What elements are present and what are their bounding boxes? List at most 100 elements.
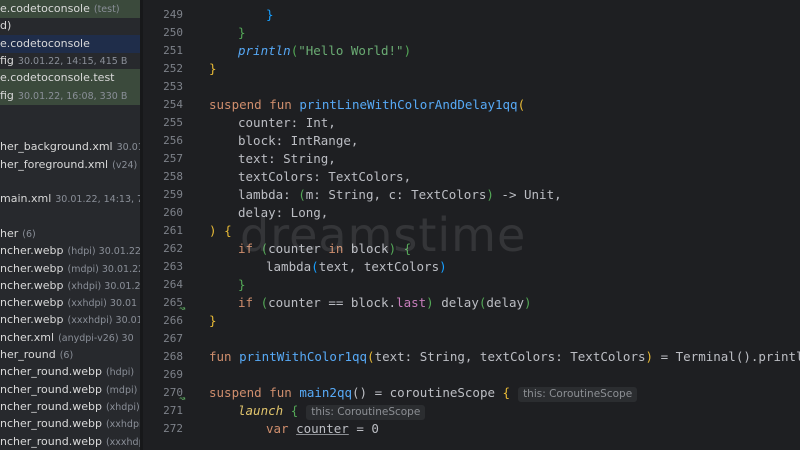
tree-item-label: ncher.webp xyxy=(0,244,64,258)
editor-gutter: ◇ ◇ ◇ ◇ ◇ ◇ ◇ ◇ ◇ ◇ ↝ ↝ 2492502512522532… xyxy=(143,0,208,450)
tree-item-label: her_round xyxy=(0,348,56,361)
tree-item-label: her_foreground.xml xyxy=(0,157,109,171)
line-number: 268 xyxy=(163,350,183,363)
tree-item-label: d) xyxy=(0,19,12,33)
tree-item[interactable]: e.codetoconsole.test xyxy=(0,69,140,88)
code-line-256: block: IntRange, xyxy=(238,133,359,148)
code-line-268: fun printWithColor1qq(text: String, text… xyxy=(209,349,800,364)
line-number: 254 xyxy=(163,98,183,111)
tree-item-meta: (mdpi) xyxy=(105,384,138,396)
project-tree-panel: e.codetoconsole (test) d) e.codetoconsole fi… xyxy=(0,0,140,450)
tree-item-label: ncher_round.webp xyxy=(0,417,102,431)
tree-item[interactable]: ncher_round.webp (xhdpi) xyxy=(0,398,140,416)
tree-item-meta: (mdpi) 30.01.22 xyxy=(67,263,141,275)
tree-item-meta: (xxxhdpi) xyxy=(105,436,140,448)
line-number: 270 xyxy=(163,386,183,399)
line-number: 250 xyxy=(163,26,183,39)
tree-item[interactable] xyxy=(0,173,140,191)
tree-item-label: ncher_round.webp xyxy=(0,434,102,448)
tree-item-meta: (v24) xyxy=(112,159,138,171)
tree-item-label: e.codetoconsole.test xyxy=(0,71,115,85)
tree-item[interactable]: ncher.webp (xxhdpi) 30.01 xyxy=(0,294,140,312)
code-line-265: if (counter == block.last) delay(delay) xyxy=(238,295,532,310)
tree-item-meta: (6) xyxy=(59,350,74,361)
tree-item[interactable]: fig 30.01.22, 14:15, 415 B xyxy=(0,52,140,70)
code-line-261: ) { xyxy=(209,223,232,238)
line-number: 267 xyxy=(163,332,183,345)
tree-item[interactable]: ncher.xml (anydpi-v26) 30 xyxy=(0,329,140,347)
code-line-270: suspend fun main2qq() = coroutineScope {… xyxy=(209,384,638,402)
tree-item[interactable]: e.codetoconsole (test) xyxy=(0,0,140,18)
code-editor[interactable]: } } println("Hello World!") } suspend fu… xyxy=(203,0,800,450)
code-line-252: } xyxy=(209,61,217,76)
line-number: 261 xyxy=(163,224,183,237)
line-number: 255 xyxy=(163,116,183,129)
line-number: 258 xyxy=(163,170,183,183)
tree-item-meta: (xhdpi) xyxy=(105,401,140,413)
line-number: 266 xyxy=(163,314,183,327)
tree-item-meta: (xxxhdpi) 30.01 xyxy=(67,315,141,327)
line-number: 272 xyxy=(163,422,183,435)
tree-item[interactable]: ncher_round.webp (hdpi) xyxy=(0,363,140,381)
tree-item-meta: 30.01.22, 14:15, 415 B xyxy=(17,55,128,67)
line-number: 256 xyxy=(163,134,183,147)
code-line-263: lambda(text, textColors) xyxy=(266,259,447,274)
tree-item-meta: 30.01. xyxy=(116,142,140,154)
inlay-hint: this: CoroutineScope xyxy=(518,387,638,402)
tree-item-meta: (anydpi-v26) 30 xyxy=(58,332,134,344)
line-number: 271 xyxy=(163,404,183,417)
tree-item-label: ncher_round.webp xyxy=(0,399,102,413)
tree-item[interactable]: her_round (6) xyxy=(0,346,140,364)
line-number: 265 xyxy=(163,296,183,309)
tree-item-meta: (6) xyxy=(22,228,36,240)
tree-item[interactable]: ncher.webp (hdpi) 30.01.22 xyxy=(0,242,140,260)
tree-item-meta: 30.01.22, 16:08, 330 B xyxy=(17,90,128,102)
tree-item-label: ncher_round.webp xyxy=(0,382,102,396)
tree-item-label: her_background.xml xyxy=(0,140,113,154)
line-number: 259 xyxy=(163,188,183,201)
tree-item-label: fig xyxy=(0,53,14,67)
tree-item-label: her xyxy=(0,226,19,240)
tree-item-meta: (hdpi) 30.01.22 xyxy=(67,246,141,258)
tree-item[interactable]: ncher_round.webp(xxhdpi) xyxy=(0,415,140,433)
tree-item-meta: (xxhdpi) xyxy=(105,419,140,431)
line-number: 262 xyxy=(163,242,183,255)
tree-item-label: e.codetoconsole xyxy=(0,36,90,50)
tree-item[interactable] xyxy=(0,208,140,226)
tree-item[interactable]: ncher.webp (xxxhdpi) 30.01 xyxy=(0,311,140,329)
tree-item-label: ncher.webp xyxy=(0,278,64,292)
tree-item-meta: (hdpi) xyxy=(105,367,135,379)
tree-item-meta: (xhdpi) 30.01.2 xyxy=(67,280,141,292)
tree-item[interactable]: ncher_round.webp(xxxhdpi) xyxy=(0,433,140,450)
tree-item[interactable] xyxy=(0,121,140,139)
line-number: 260 xyxy=(163,206,183,219)
tree-item[interactable]: e.codetoconsole xyxy=(0,34,140,53)
code-line-272: var counter = 0 xyxy=(266,421,379,436)
tree-item-label: ncher.webp xyxy=(0,313,64,327)
line-number: 253 xyxy=(163,80,183,93)
tree-item[interactable]: d) xyxy=(0,17,140,35)
code-line-264: } xyxy=(238,277,246,292)
code-line-266: } xyxy=(209,313,217,328)
line-number: 263 xyxy=(163,260,183,273)
tree-item[interactable]: her_foreground.xml (v24) xyxy=(0,156,140,174)
line-number: 264 xyxy=(163,278,183,291)
code-line-259: lambda: (m: String, c: TextColors) -> Un… xyxy=(238,187,562,202)
tree-item[interactable] xyxy=(0,104,140,122)
tree-item[interactable]: ncher.webp (xhdpi) 30.01.2 xyxy=(0,277,140,295)
code-line-249: } xyxy=(266,7,274,22)
tree-item[interactable]: ncher.webp (mdpi) 30.01.22 xyxy=(0,260,140,278)
tree-item[interactable]: ncher_round.webp (mdpi) xyxy=(0,381,140,399)
inlay-hint: this: CoroutineScope xyxy=(306,405,426,420)
tree-item[interactable]: her (6) xyxy=(0,225,140,243)
tree-item[interactable]: her_background.xml30.01. xyxy=(0,138,140,156)
tree-item-label: fig xyxy=(0,88,14,102)
tree-item-label: ncher.xml xyxy=(0,330,55,344)
tree-item-label: ncher_round.webp xyxy=(0,365,102,379)
code-line-271: launch {this: CoroutineScope xyxy=(238,402,426,420)
code-line-257: text: String, xyxy=(238,151,336,166)
code-line-255: counter: Int, xyxy=(238,115,336,130)
tree-item[interactable]: fig 30.01.22, 16:08, 330 B xyxy=(0,86,140,105)
tree-item[interactable]: main.xml30.01.22, 14:13, 780 xyxy=(0,190,140,208)
tree-item-label: ncher.webp xyxy=(0,261,64,275)
